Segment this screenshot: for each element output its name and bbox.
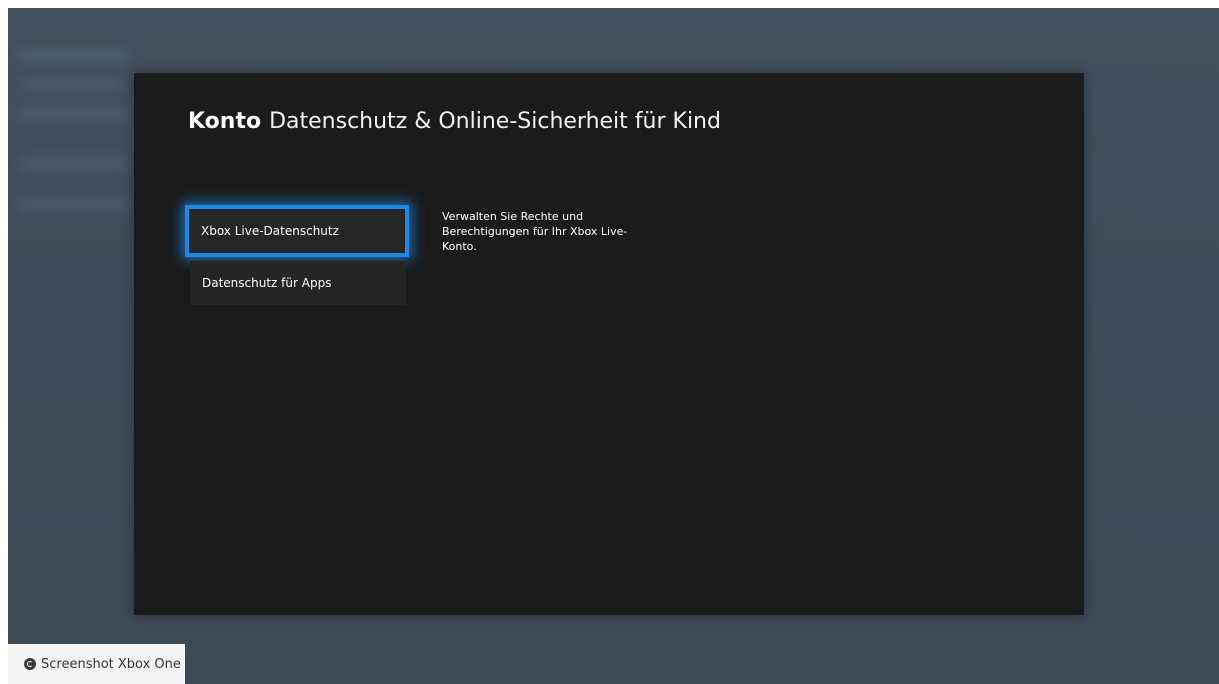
page-title-section: Konto: [188, 109, 262, 134]
menu-item-label: Datenschutz für Apps: [202, 276, 332, 290]
copyright-icon: [24, 658, 36, 670]
background-blur: [18, 48, 128, 62]
caption-text: Screenshot Xbox One: [41, 656, 181, 672]
background-blur: [20, 158, 128, 170]
screen-background: Konto Datenschutz & Online-Sicherheit für…: [8, 8, 1219, 684]
menu-item-app-privacy[interactable]: Datenschutz für Apps: [190, 261, 406, 305]
page-title-text: Datenschutz & Online-Sicherheit für Kind: [269, 109, 721, 134]
screenshot-caption: Screenshot Xbox One: [8, 644, 185, 684]
menu-item-xbox-live-privacy[interactable]: Xbox Live-Datenschutz: [185, 205, 409, 257]
page-title: Konto Datenschutz & Online-Sicherheit für…: [188, 109, 721, 134]
background-blur: [18, 108, 130, 120]
menu-item-label: Xbox Live-Datenschutz: [201, 224, 339, 238]
settings-dialog: Konto Datenschutz & Online-Sicherheit für…: [134, 73, 1084, 615]
item-description: Verwalten Sie Rechte und Berechtigungen …: [442, 210, 628, 253]
background-blur: [18, 198, 128, 210]
background-blur: [22, 78, 122, 90]
